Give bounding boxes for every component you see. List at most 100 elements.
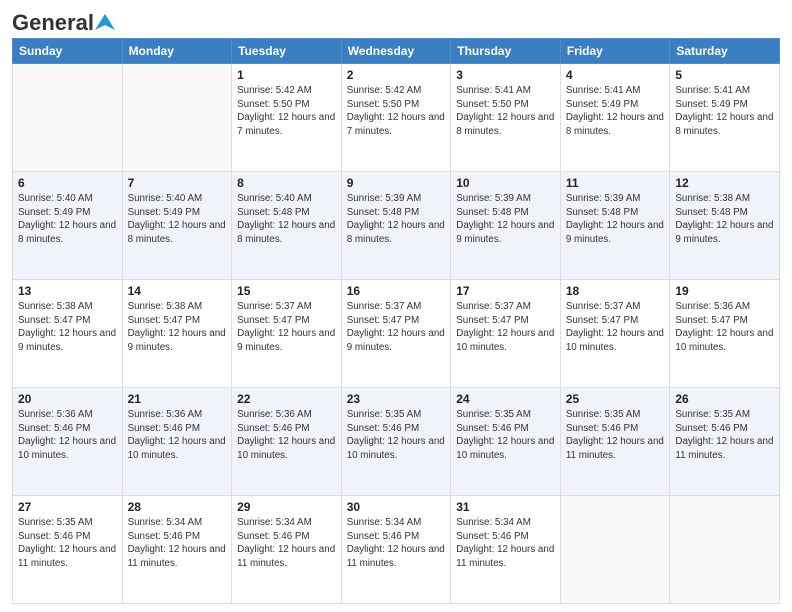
dow-header-wednesday: Wednesday xyxy=(341,39,451,64)
day-number: 30 xyxy=(347,500,446,514)
day-cell: 19 Sunrise: 5:36 AM Sunset: 5:47 PM Dayli… xyxy=(670,280,780,388)
day-cell: 30 Sunrise: 5:34 AM Sunset: 5:46 PM Dayli… xyxy=(341,496,451,604)
day-cell: 18Sunrise: 5:37 AM Sunset: 5:47 PM Dayli… xyxy=(560,280,670,388)
day-info: Sunrise: 5:35 AM Sunset: 5:46 PM Dayligh… xyxy=(566,408,665,463)
day-info: Sunrise: 5:38 AM Sunset: 5:47 PM Dayligh… xyxy=(128,300,227,355)
day-cell: 6 Sunrise: 5:40 AM Sunset: 5:49 PM Daylig… xyxy=(13,172,123,280)
day-cell xyxy=(13,64,123,172)
day-info: Sunrise: 5:37 AM Sunset: 5:47 PM Dayligh… xyxy=(456,300,555,355)
day-info: Sunrise: 5:34 AM Sunset: 5:46 PM Dayligh… xyxy=(128,516,227,571)
day-info: Sunrise: 5:35 AM Sunset: 5:46 PM Dayligh… xyxy=(456,408,555,463)
dow-header-tuesday: Tuesday xyxy=(232,39,342,64)
day-cell: 3 Sunrise: 5:41 AM Sunset: 5:50 PM Daylig… xyxy=(451,64,561,172)
day-info: Sunrise: 5:40 AM Sunset: 5:49 PM Dayligh… xyxy=(18,192,117,247)
day-number: 12 xyxy=(675,176,774,190)
dow-header-friday: Friday xyxy=(560,39,670,64)
day-info: Sunrise: 5:34 AM Sunset: 5:46 PM Dayligh… xyxy=(347,516,446,571)
day-number: 5 xyxy=(675,68,774,82)
day-info: Sunrise: 5:36 AM Sunset: 5:46 PM Dayligh… xyxy=(128,408,227,463)
day-number: 27 xyxy=(18,500,117,514)
day-cell: 4 Sunrise: 5:41 AM Sunset: 5:49 PM Daylig… xyxy=(560,64,670,172)
day-cell: 22 Sunrise: 5:36 AM Sunset: 5:46 PM Dayli… xyxy=(232,388,342,496)
page: General SundayMondayTuesdayWednesdayThur… xyxy=(0,0,792,612)
day-info: Sunrise: 5:35 AM Sunset: 5:46 PM Dayligh… xyxy=(347,408,446,463)
day-info: Sunrise: 5:42 AM Sunset: 5:50 PM Dayligh… xyxy=(347,84,446,139)
day-number: 4 xyxy=(566,68,665,82)
day-info: Sunrise: 5:41 AM Sunset: 5:50 PM Dayligh… xyxy=(456,84,555,139)
day-number: 1 xyxy=(237,68,336,82)
day-cell: 28Sunrise: 5:34 AM Sunset: 5:46 PM Dayli… xyxy=(122,496,232,604)
week-row-4: 20Sunrise: 5:36 AM Sunset: 5:46 PM Dayli… xyxy=(13,388,780,496)
logo-icon xyxy=(95,12,117,34)
day-cell xyxy=(670,496,780,604)
day-number: 17 xyxy=(456,284,555,298)
day-cell: 9 Sunrise: 5:39 AM Sunset: 5:48 PM Daylig… xyxy=(341,172,451,280)
day-info: Sunrise: 5:40 AM Sunset: 5:48 PM Dayligh… xyxy=(237,192,336,247)
day-cell xyxy=(122,64,232,172)
header: General xyxy=(12,10,780,32)
day-info: Sunrise: 5:41 AM Sunset: 5:49 PM Dayligh… xyxy=(675,84,774,139)
day-cell: 14 Sunrise: 5:38 AM Sunset: 5:47 PM Dayli… xyxy=(122,280,232,388)
day-cell: 23 Sunrise: 5:35 AM Sunset: 5:46 PM Dayli… xyxy=(341,388,451,496)
day-number: 9 xyxy=(347,176,446,190)
day-number: 23 xyxy=(347,392,446,406)
day-number: 22 xyxy=(237,392,336,406)
dow-header-saturday: Saturday xyxy=(670,39,780,64)
day-number: 6 xyxy=(18,176,117,190)
day-cell: 11 Sunrise: 5:39 AM Sunset: 5:48 PM Dayli… xyxy=(560,172,670,280)
day-info: Sunrise: 5:41 AM Sunset: 5:49 PM Dayligh… xyxy=(566,84,665,139)
day-info: Sunrise: 5:39 AM Sunset: 5:48 PM Dayligh… xyxy=(456,192,555,247)
day-info: Sunrise: 5:35 AM Sunset: 5:46 PM Dayligh… xyxy=(18,516,117,571)
dow-header-monday: Monday xyxy=(122,39,232,64)
day-info: Sunrise: 5:36 AM Sunset: 5:47 PM Dayligh… xyxy=(675,300,774,355)
day-info: Sunrise: 5:34 AM Sunset: 5:46 PM Dayligh… xyxy=(237,516,336,571)
day-number: 10 xyxy=(456,176,555,190)
day-info: Sunrise: 5:37 AM Sunset: 5:47 PM Dayligh… xyxy=(237,300,336,355)
day-cell: 5 Sunrise: 5:41 AM Sunset: 5:49 PM Daylig… xyxy=(670,64,780,172)
day-info: Sunrise: 5:36 AM Sunset: 5:46 PM Dayligh… xyxy=(237,408,336,463)
day-info: Sunrise: 5:37 AM Sunset: 5:47 PM Dayligh… xyxy=(566,300,665,355)
day-number: 11 xyxy=(566,176,665,190)
dow-header-sunday: Sunday xyxy=(13,39,123,64)
day-number: 3 xyxy=(456,68,555,82)
day-cell: 7 Sunrise: 5:40 AM Sunset: 5:49 PM Daylig… xyxy=(122,172,232,280)
day-info: Sunrise: 5:39 AM Sunset: 5:48 PM Dayligh… xyxy=(566,192,665,247)
dow-header-thursday: Thursday xyxy=(451,39,561,64)
day-info: Sunrise: 5:34 AM Sunset: 5:46 PM Dayligh… xyxy=(456,516,555,571)
day-number: 14 xyxy=(128,284,227,298)
day-cell: 21Sunrise: 5:36 AM Sunset: 5:46 PM Dayli… xyxy=(122,388,232,496)
calendar-table: SundayMondayTuesdayWednesdayThursdayFrid… xyxy=(12,38,780,604)
week-row-5: 27 Sunrise: 5:35 AM Sunset: 5:46 PM Dayli… xyxy=(13,496,780,604)
day-cell: 27 Sunrise: 5:35 AM Sunset: 5:46 PM Dayli… xyxy=(13,496,123,604)
day-cell: 8Sunrise: 5:40 AM Sunset: 5:48 PM Daylig… xyxy=(232,172,342,280)
day-number: 31 xyxy=(456,500,555,514)
day-cell: 13 Sunrise: 5:38 AM Sunset: 5:47 PM Dayli… xyxy=(13,280,123,388)
day-info: Sunrise: 5:38 AM Sunset: 5:48 PM Dayligh… xyxy=(675,192,774,247)
week-row-3: 13 Sunrise: 5:38 AM Sunset: 5:47 PM Dayli… xyxy=(13,280,780,388)
day-number: 13 xyxy=(18,284,117,298)
day-number: 24 xyxy=(456,392,555,406)
day-cell: 15 Sunrise: 5:37 AM Sunset: 5:47 PM Dayli… xyxy=(232,280,342,388)
day-info: Sunrise: 5:40 AM Sunset: 5:49 PM Dayligh… xyxy=(128,192,227,247)
day-number: 25 xyxy=(566,392,665,406)
day-cell: 26 Sunrise: 5:35 AM Sunset: 5:46 PM Dayli… xyxy=(670,388,780,496)
day-number: 15 xyxy=(237,284,336,298)
day-number: 19 xyxy=(675,284,774,298)
day-info: Sunrise: 5:35 AM Sunset: 5:46 PM Dayligh… xyxy=(675,408,774,463)
day-number: 16 xyxy=(347,284,446,298)
day-cell: 31 Sunrise: 5:34 AM Sunset: 5:46 PM Dayli… xyxy=(451,496,561,604)
day-number: 29 xyxy=(237,500,336,514)
day-number: 7 xyxy=(128,176,227,190)
day-cell: 24 Sunrise: 5:35 AM Sunset: 5:46 PM Dayli… xyxy=(451,388,561,496)
day-info: Sunrise: 5:42 AM Sunset: 5:50 PM Dayligh… xyxy=(237,84,336,139)
day-cell: 2Sunrise: 5:42 AM Sunset: 5:50 PM Daylig… xyxy=(341,64,451,172)
day-cell: 29 Sunrise: 5:34 AM Sunset: 5:46 PM Dayli… xyxy=(232,496,342,604)
day-cell: 1 Sunrise: 5:42 AM Sunset: 5:50 PM Daylig… xyxy=(232,64,342,172)
day-cell xyxy=(560,496,670,604)
day-of-week-row: SundayMondayTuesdayWednesdayThursdayFrid… xyxy=(13,39,780,64)
day-cell: 20Sunrise: 5:36 AM Sunset: 5:46 PM Dayli… xyxy=(13,388,123,496)
day-number: 26 xyxy=(675,392,774,406)
day-info: Sunrise: 5:39 AM Sunset: 5:48 PM Dayligh… xyxy=(347,192,446,247)
day-cell: 12 Sunrise: 5:38 AM Sunset: 5:48 PM Dayli… xyxy=(670,172,780,280)
day-info: Sunrise: 5:38 AM Sunset: 5:47 PM Dayligh… xyxy=(18,300,117,355)
